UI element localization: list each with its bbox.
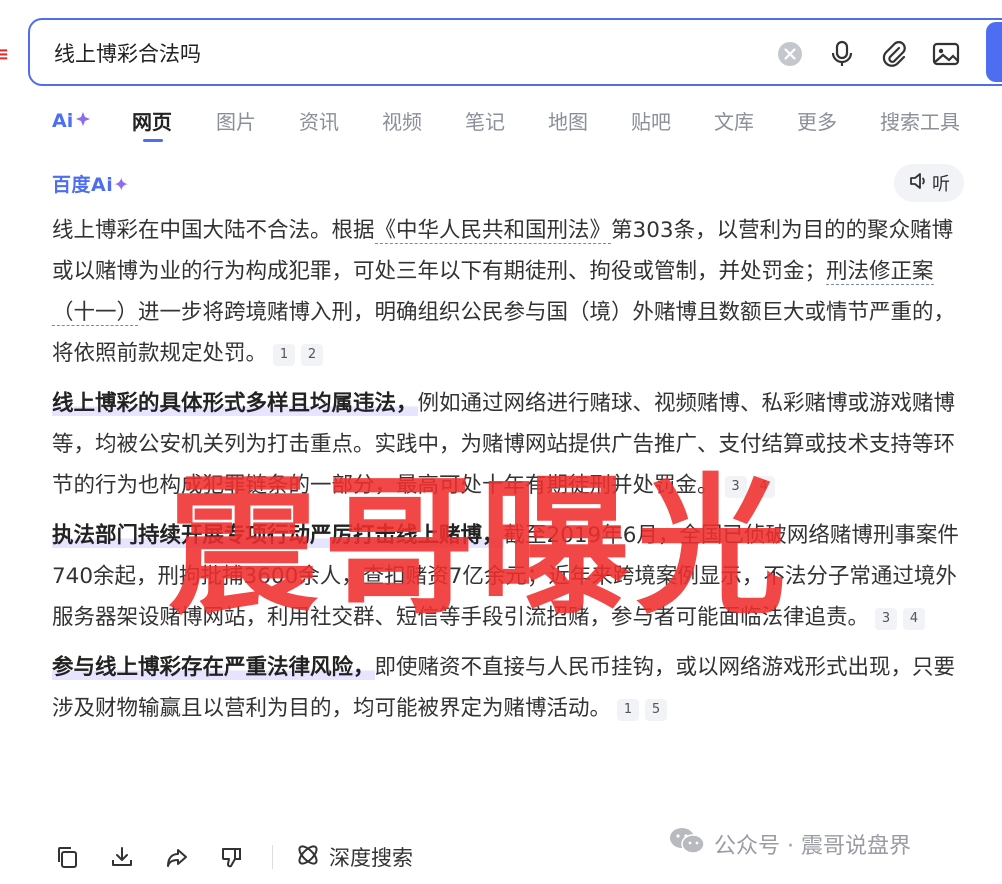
microphone-icon[interactable] (828, 40, 856, 68)
ai-answer-content: 线上博彩在中国大陆不合法。根据《中华人民共和国刑法》第303条，以营利为目的的聚… (52, 210, 970, 738)
tab-news[interactable]: 资讯 (299, 106, 339, 135)
baidu-logo-fragment: ≡ (0, 44, 10, 65)
answer-paragraph-1: 线上博彩在中国大陆不合法。根据《中华人民共和国刑法》第303条，以营利为目的的聚… (52, 210, 970, 374)
paragraph-heading: 参与线上博彩存在严重法律风险， (52, 655, 375, 680)
citation-badge[interactable]: 1 (273, 344, 296, 366)
citation-badge[interactable]: 4 (903, 608, 926, 630)
active-tab-indicator (143, 139, 163, 142)
svg-text:Ai: Ai (52, 110, 73, 132)
paragraph-text: 线上博彩在中国大陆不合法。根据 (52, 218, 375, 243)
citation-badge[interactable]: 1 (617, 699, 640, 721)
speaker-icon (908, 171, 928, 196)
tab-wenku[interactable]: 文库 (714, 106, 754, 135)
criminal-law-link[interactable]: 《中华人民共和国刑法》 (374, 218, 612, 244)
download-icon[interactable] (107, 842, 137, 872)
share-icon[interactable] (162, 842, 192, 872)
tab-images[interactable]: 图片 (216, 106, 256, 135)
citation-badge[interactable]: 3 (875, 608, 898, 630)
citation-badge[interactable]: 3 (724, 476, 747, 498)
ai-brand-logo: Ai✦ (91, 174, 130, 196)
clear-icon[interactable] (776, 40, 804, 68)
citation-badge[interactable]: 2 (301, 344, 324, 366)
tab-map[interactable]: 地图 (548, 106, 588, 135)
listen-button[interactable]: 听 (894, 164, 964, 202)
deep-search-label: 深度搜索 (329, 846, 413, 870)
paragraph-heading: 线上博彩的具体形式多样且均属违法， (52, 391, 418, 416)
search-input[interactable] (54, 38, 754, 68)
tab-search-tools[interactable]: 搜索工具 (880, 106, 960, 135)
toolbar-divider (272, 845, 273, 869)
ai-tab-icon[interactable]: Ai (52, 106, 92, 139)
baidu-ai-brand: 百度Ai✦ (52, 170, 130, 197)
deep-search-icon (295, 842, 321, 873)
attachment-icon[interactable] (880, 40, 908, 68)
citation-badge[interactable]: 5 (645, 699, 668, 721)
wechat-account-text: 公众号 · 震哥说盘界 (714, 834, 911, 859)
answer-toolbar: 深度搜索 (52, 840, 413, 874)
search-submit-button[interactable] (986, 22, 1002, 82)
tab-tieba[interactable]: 贴吧 (631, 106, 671, 135)
tab-video[interactable]: 视频 (382, 106, 422, 135)
paragraph-heading: 执法部门持续开展专项行动严厉打击线上赌博， (52, 523, 504, 548)
tab-more[interactable]: 更多 (797, 106, 837, 135)
paragraph-text: 进一步将跨境赌博入刑，明确组织公民参与国（境）外赌博且数额巨大或情节严重的，将依… (52, 300, 956, 366)
tab-web[interactable]: 网页 (132, 106, 172, 135)
thumbs-down-icon[interactable] (217, 842, 247, 872)
image-search-icon[interactable] (932, 40, 960, 68)
search-box (28, 18, 1002, 86)
copy-icon[interactable] (52, 842, 82, 872)
tab-notes[interactable]: 笔记 (465, 106, 505, 135)
answer-paragraph-2: 线上博彩的具体形式多样且均属违法，例如通过网络进行赌球、视频赌博、私彩赌博或游戏… (52, 383, 970, 506)
listen-label: 听 (932, 174, 950, 195)
answer-paragraph-4: 参与线上博彩存在严重法律风险，即使赌资不直接与人民币挂钩，或以网络游戏形式出现，… (52, 647, 970, 729)
answer-paragraph-3: 执法部门持续开展专项行动严厉打击线上赌博，截至2019年6月，全国已侦破网络赌博… (52, 515, 970, 638)
wechat-icon (668, 826, 706, 862)
deep-search-button[interactable]: 深度搜索 (295, 842, 413, 873)
wechat-account-mark: 公众号 · 震哥说盘界 (668, 826, 911, 862)
ai-brand-name: 百度 (52, 174, 92, 196)
citation-badge[interactable]: 4 (752, 476, 775, 498)
